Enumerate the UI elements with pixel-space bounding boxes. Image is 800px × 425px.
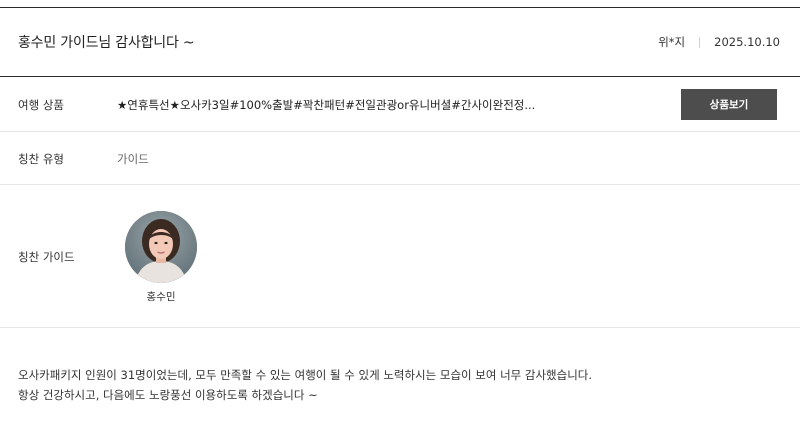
view-product-button[interactable]: 상품보기 bbox=[681, 89, 777, 120]
praise-type-value: 가이드 bbox=[117, 152, 149, 166]
meta-separator bbox=[699, 36, 701, 48]
guide-photo bbox=[125, 211, 197, 283]
post-meta: 위*지 2025.10.10 bbox=[658, 34, 780, 50]
author-name: 위*지 bbox=[658, 35, 686, 49]
praise-type-row: 칭찬 유형 가이드 bbox=[0, 132, 800, 185]
praise-type-label: 칭찬 유형 bbox=[18, 152, 64, 166]
praise-guide-row: 칭찬 가이드 홍수민 bbox=[0, 185, 800, 328]
guide-name: 홍수민 bbox=[146, 291, 176, 303]
product-row: 여행 상품 ★연휴특선★오사카3일#100%출발#꽉찬패턴#전일관광or유니버셜… bbox=[0, 77, 800, 132]
review-line-2: 항상 건강하시고, 다음에도 노랑풍선 이용하도록 하겠습니다 ~ bbox=[18, 388, 318, 402]
post-header: 홍수민 가이드님 감사합니다 ~ 위*지 2025.10.10 bbox=[0, 8, 800, 76]
post-title: 홍수민 가이드님 감사합니다 ~ bbox=[18, 35, 195, 51]
product-label: 여행 상품 bbox=[18, 98, 64, 112]
guide-profile: 홍수민 bbox=[125, 211, 197, 304]
post-date: 2025.10.10 bbox=[714, 35, 780, 49]
praise-guide-label: 칭찬 가이드 bbox=[18, 250, 75, 264]
praise-post: 홍수민 가이드님 감사합니다 ~ 위*지 2025.10.10 여행 상품 ★연… bbox=[0, 0, 800, 425]
review-line-1: 오사카패키지 인원이 31명이었는데, 모두 만족할 수 있는 여행이 될 수 … bbox=[18, 368, 593, 382]
guide-avatar bbox=[125, 211, 197, 283]
review-content: 오사카패키지 인원이 31명이었는데, 모두 만족할 수 있는 여행이 될 수 … bbox=[18, 365, 778, 405]
product-name[interactable]: ★연휴특선★오사카3일#100%출발#꽉찬패턴#전일관광or유니버셜#간사이완전… bbox=[117, 97, 535, 113]
